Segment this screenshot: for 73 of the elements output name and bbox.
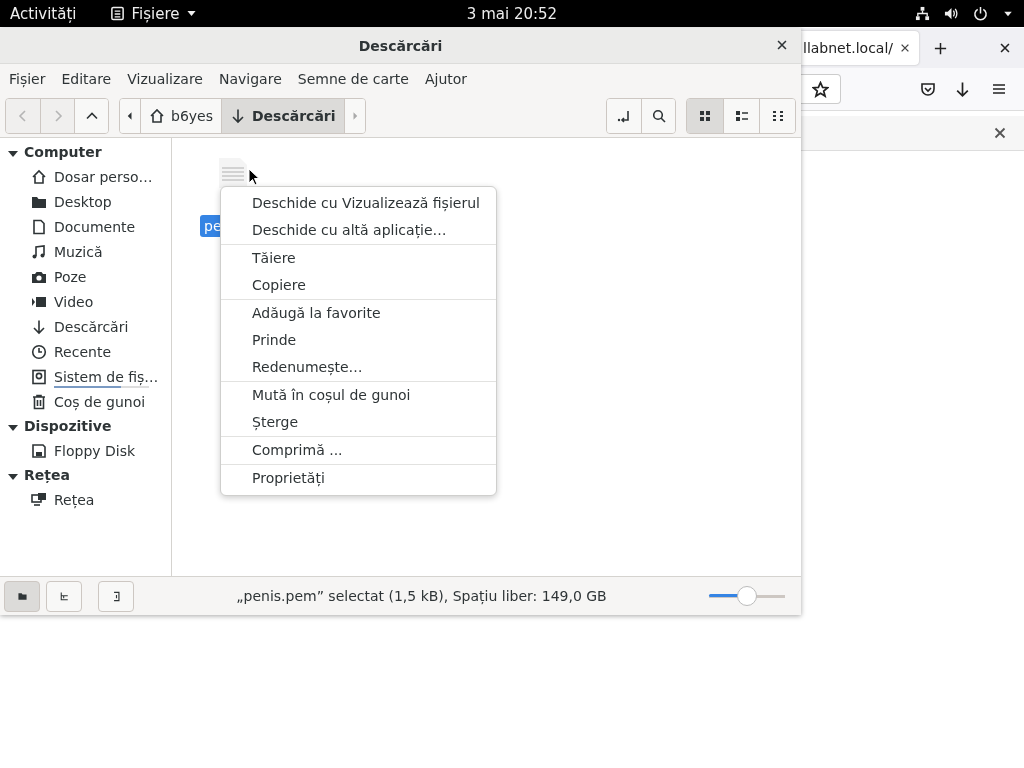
sidebar-item[interactable]: Rețea — [54, 491, 95, 508]
menu-bar-item[interactable]: Vizualizare — [119, 71, 211, 87]
sidebar-item[interactable]: Dosar perso… — [54, 168, 153, 185]
url-field[interactable] — [801, 74, 841, 104]
close-icon[interactable] — [775, 38, 789, 52]
star-icon — [812, 80, 829, 98]
menu-item[interactable]: Prinde — [221, 327, 496, 354]
power-icon — [973, 6, 988, 21]
expander-down-icon[interactable] — [8, 473, 18, 480]
menu-item[interactable]: Tăiere — [221, 245, 496, 272]
menu-item[interactable]: Adăugă la favorite — [221, 300, 496, 327]
menu-bar-item[interactable]: Editare — [53, 71, 120, 87]
music-note-icon — [31, 243, 47, 260]
menu-item[interactable]: Deschide cu Vizualizează fișierul — [221, 190, 496, 217]
sidebar-item[interactable]: Poze — [54, 268, 87, 285]
grid-view-button[interactable] — [687, 98, 723, 133]
sidebar-item[interactable]: Floppy Disk — [54, 442, 136, 459]
search-button[interactable] — [641, 98, 675, 133]
close-icon — [998, 41, 1012, 55]
path-button[interactable]: Descărcări — [221, 98, 344, 133]
menu-item[interactable]: Redenumește… — [221, 354, 496, 381]
sidebar-item[interactable]: Muzică — [54, 243, 103, 260]
status-text: „penis.pem” selectat (1,5 kB), Spațiu liber: 149,0 GB — [235, 588, 608, 604]
clock[interactable]: 3 mai 20:52 — [466, 4, 558, 23]
clock-icon — [31, 343, 47, 360]
sidebar-item[interactable]: Coș de gunoi — [54, 393, 146, 410]
trash-icon — [31, 393, 47, 410]
system-menu[interactable] — [915, 6, 1014, 21]
compact-view-button[interactable] — [759, 98, 795, 133]
menu-bar-item[interactable]: Ajutor — [416, 71, 476, 87]
places-pane-button[interactable] — [4, 580, 40, 612]
speaker-icon — [944, 6, 959, 21]
home-icon — [31, 168, 47, 185]
section-title: Rețea — [24, 467, 70, 483]
down-arrow-icon — [230, 107, 246, 124]
sidebar-item[interactable]: Desktop — [54, 193, 112, 210]
menu-bar-item[interactable]: Fișier — [1, 71, 54, 87]
menu-item[interactable]: Copiere — [221, 272, 496, 299]
plus-icon — [933, 40, 948, 56]
activities-button[interactable]: Activități — [10, 4, 77, 23]
sidebar-item[interactable]: Descărcări — [54, 318, 129, 335]
network-icon — [31, 491, 47, 508]
network-icon — [915, 6, 930, 21]
down-arrow-icon — [954, 80, 971, 98]
menu-bar-item[interactable]: Navigare — [211, 71, 290, 87]
menu-item[interactable]: Comprimă ... — [221, 437, 496, 464]
down-arrow-icon — [31, 318, 47, 335]
menu-icon — [991, 81, 1007, 97]
sidebar-item[interactable]: Recente — [54, 343, 111, 360]
menu-item[interactable]: Șterge — [221, 409, 496, 436]
sidebar-item[interactable]: Sistem de fiș… — [54, 368, 159, 385]
menu-item[interactable]: Mută în coșul de gunoi — [221, 382, 496, 409]
app-menu[interactable]: Fișiere — [110, 4, 199, 23]
close-icon — [899, 42, 911, 54]
sidebar-item[interactable]: Video — [54, 293, 94, 310]
document-icon — [31, 218, 47, 235]
drive-icon — [31, 368, 47, 385]
slider-thumb[interactable] — [737, 586, 757, 606]
search-icon — [650, 107, 667, 124]
sidebar-item[interactable]: Documente — [54, 218, 136, 235]
files-app-icon — [110, 6, 126, 21]
expander-down-icon[interactable] — [8, 424, 18, 431]
close-icon — [992, 125, 1008, 141]
window-title: Descărcări — [358, 37, 443, 54]
menu-bar-item[interactable]: Semne de carte — [289, 71, 417, 87]
menu-item[interactable]: Proprietăți — [221, 465, 496, 492]
expander-down-icon[interactable] — [8, 150, 18, 157]
shield-icon — [920, 81, 936, 97]
home-icon — [149, 107, 165, 124]
browser-tab[interactable]: llabnet.local/ — [801, 31, 919, 65]
sidebar-toggle-button[interactable] — [98, 580, 134, 612]
section-title: Dispozitive — [24, 418, 112, 434]
section-title: Computer — [24, 144, 102, 160]
